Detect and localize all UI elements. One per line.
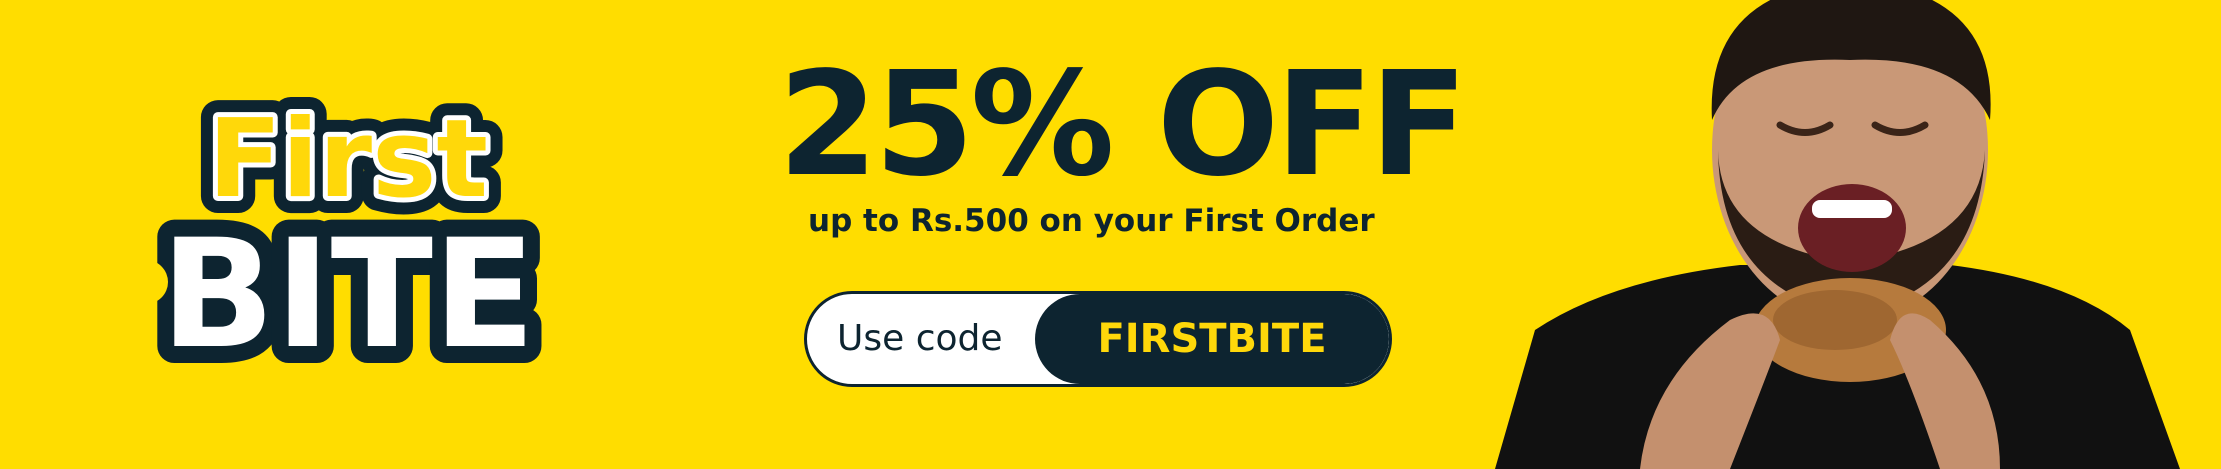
promo-code-label: Use code (837, 318, 1003, 359)
first-bite-logo-art: First BITE First First BITE (128, 84, 552, 394)
promo-code-pill[interactable]: Use code FIRSTBITE (804, 291, 1392, 387)
mouth-shape (1798, 184, 1906, 272)
offer-subtext: up to Rs.500 on your First Order (808, 206, 1375, 237)
man-eating-chicken-icon (1495, 0, 2180, 469)
offer-subtext-emphasis: First Order (1183, 203, 1375, 239)
logo-line1-fill: First (208, 97, 488, 222)
person-photo (1480, 0, 2221, 469)
promo-code-box[interactable]: FIRSTBITE (1035, 294, 1389, 384)
offer-headline: 25% OFF (778, 40, 1468, 208)
fried-chicken-crust (1773, 290, 1897, 350)
offer-subtext-prefix: up to Rs.500 on your (808, 203, 1173, 239)
first-bite-logo: First BITE First First BITE (128, 84, 568, 394)
promo-banner[interactable]: First BITE First First BITE 25% OFF up t… (0, 0, 2221, 469)
logo-line2-fill: BITE (161, 208, 536, 382)
teeth-shape (1812, 200, 1892, 218)
promo-code-value: FIRSTBITE (1097, 316, 1327, 362)
